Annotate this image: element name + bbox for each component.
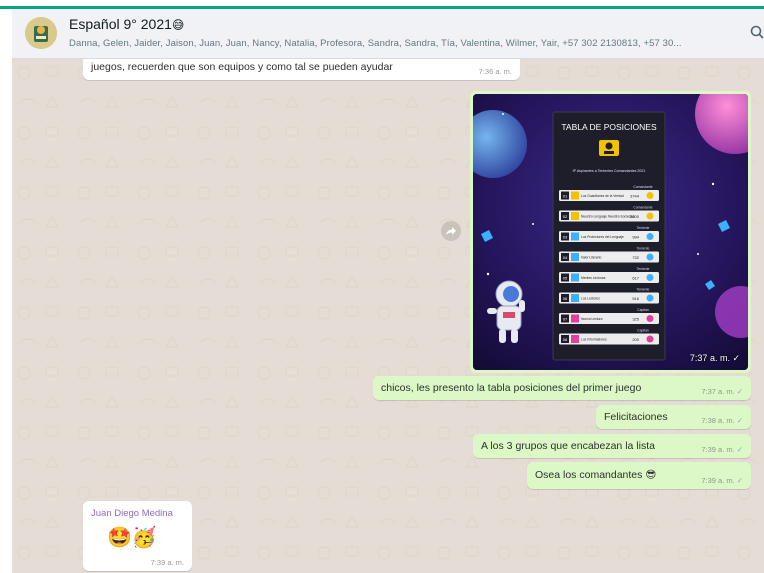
title-emoji: 😅	[171, 18, 185, 32]
chat-title-text: Español 9° 2021	[69, 16, 172, 32]
message-outgoing[interactable]: Felicitaciones 7:38 a. m. ✓	[596, 405, 751, 429]
board-row-icon	[571, 294, 579, 302]
emoji-content: 🤩🥳	[107, 525, 157, 549]
sender-name[interactable]: Juan Diego Medina	[91, 508, 173, 519]
board-row-rank: Capitan	[637, 308, 649, 312]
board-row-name: Nuestro Lenguaje Nuestra Sociedad	[581, 215, 634, 219]
board-row-points: 516	[632, 296, 639, 301]
board-row-pos: 02	[563, 214, 568, 219]
group-avatar[interactable]	[25, 17, 57, 49]
time-text: 7:39 a. m.	[701, 476, 735, 485]
image-time-text: 7:37 a. m.	[689, 353, 730, 363]
board-row-pos: 05	[563, 276, 568, 281]
chat-header[interactable]: Español 9° 2021😅 Danna, Gelen, Jaider, J…	[12, 9, 764, 59]
image-time: 7:37 a. m. ✓	[690, 353, 740, 364]
board-row-pos: 07	[563, 317, 568, 322]
board-row-pos: 08	[563, 337, 568, 342]
search-icon[interactable]	[750, 25, 764, 39]
board-row-points: 994	[632, 235, 639, 240]
time-text: 7:37 a. m.	[701, 387, 735, 396]
read-check-icon: ✓	[736, 476, 743, 485]
board-title: TABLA DE POSICIONES	[561, 122, 657, 132]
board-row-points: 200	[632, 337, 639, 342]
board-row-icon	[571, 232, 579, 241]
board-row-name: Los Guardianes de la Verdad	[581, 194, 624, 198]
board-row-icon	[571, 253, 579, 261]
message-outgoing[interactable]: A los 3 grupos que encabezan la lista 7:…	[473, 434, 751, 458]
board-row-badge-icon	[646, 233, 654, 240]
board-row-icon	[571, 335, 579, 343]
board-row-icon	[571, 314, 579, 323]
space-background: TABLA DE POSICIONES 9º Aspirantes a Teni…	[473, 94, 748, 370]
board-row-icon	[571, 273, 579, 282]
read-check-icon: ✓	[736, 416, 743, 425]
message-text: chicos, les presento la tabla posiciones…	[381, 382, 642, 394]
read-check-icon: ✓	[736, 445, 743, 454]
board-row-name: Los Informadores	[581, 338, 607, 342]
board-row-badge-icon	[646, 335, 654, 343]
board-row-rank: Teniente	[637, 247, 650, 251]
message-text-content: Osea los comandantes	[535, 469, 643, 481]
forward-button[interactable]	[441, 221, 461, 241]
board-row-pos: 03	[563, 235, 568, 240]
board-row-pos: 04	[563, 255, 568, 260]
board-row-badge-icon	[646, 274, 654, 281]
read-check-icon: ✓	[736, 387, 743, 396]
board-row-points: 617	[632, 276, 639, 281]
message-time: 7:37 a. m. ✓	[701, 387, 743, 396]
window-top-border	[0, 0, 764, 9]
message-text: Osea los comandantes 😎	[535, 469, 656, 481]
time-text: 7:39 a. m.	[701, 445, 735, 454]
message-time: 7:39 a. m.	[150, 558, 184, 567]
chat-title[interactable]: Español 9° 2021😅	[69, 16, 184, 32]
message-text: juegos, recuerden que son equipos y como…	[91, 61, 393, 73]
board-row-points: 3744	[630, 194, 640, 199]
message-text: A los 3 grupos que encabezan la lista	[481, 440, 655, 452]
board-row-badge-icon	[646, 294, 654, 302]
board-row-pos: 06	[563, 296, 568, 301]
message-time: 7:39 a. m. ✓	[701, 476, 743, 485]
ranking-image[interactable]: TABLA DE POSICIONES 9º Aspirantes a Teni…	[473, 94, 748, 370]
message-time: 7:36 a. m.	[478, 67, 512, 76]
board-row-pos: 01	[563, 194, 568, 199]
read-check-icon: ✓	[729, 353, 740, 363]
board-row-icon	[571, 212, 579, 220]
board-row-name: Los Lectores	[581, 297, 600, 301]
message-text: Felicitaciones	[604, 411, 668, 423]
chat-area[interactable]: juegos, recuerden que son equipos y como…	[12, 59, 764, 573]
message-time: 7:38 a. m. ✓	[701, 416, 743, 425]
board-row-rank: Teniente	[637, 226, 650, 230]
board-row-points: 325	[632, 317, 639, 322]
board-row-name: Nueva Lectura	[581, 317, 603, 321]
board-row-rank: Teniente	[637, 288, 650, 292]
board-subtitle: 9º Aspirantes a Tenientes Comandantes 20…	[573, 169, 646, 173]
message-incoming[interactable]: juegos, recuerden que son equipos y como…	[83, 59, 520, 80]
board-row-badge-icon	[646, 315, 654, 322]
board-row-rank: Capitan	[637, 329, 649, 333]
board-row-rank: Comandante	[633, 206, 653, 210]
message-outgoing[interactable]: chicos, les presento la tabla posiciones…	[373, 376, 751, 400]
message-incoming[interactable]: Juan Diego Medina 🤩🥳 7:39 a. m.	[83, 501, 192, 571]
image-message[interactable]: TABLA DE POSICIONES 9º Aspirantes a Teni…	[470, 91, 751, 373]
board-row-points: 732	[632, 255, 639, 260]
board-row-rank: Comandante	[633, 185, 653, 189]
board-row-points: 2800	[630, 214, 640, 219]
member-list[interactable]: Danna, Gelen, Jaider, Jaison, Juan, Juan…	[69, 38, 749, 49]
board-row-badge-icon	[646, 192, 654, 199]
board-row-name: Valor Literario	[581, 256, 601, 260]
time-text: 7:38 a. m.	[701, 416, 735, 425]
message-outgoing[interactable]: Osea los comandantes 😎 7:39 a. m. ✓	[527, 462, 751, 489]
board-row-name: Mentes Lectoras	[581, 276, 606, 280]
board-row-name: Los Protectores del Lenguaje	[581, 235, 624, 239]
board-row-badge-icon	[646, 253, 654, 261]
forward-icon	[446, 227, 456, 235]
board-row-rank: Teniente	[637, 267, 650, 271]
board-row-icon	[571, 191, 579, 200]
board-row-badge-icon	[646, 212, 654, 220]
message-time: 7:39 a. m. ✓	[701, 445, 743, 454]
sunglasses-emoji: 😎	[645, 469, 657, 481]
